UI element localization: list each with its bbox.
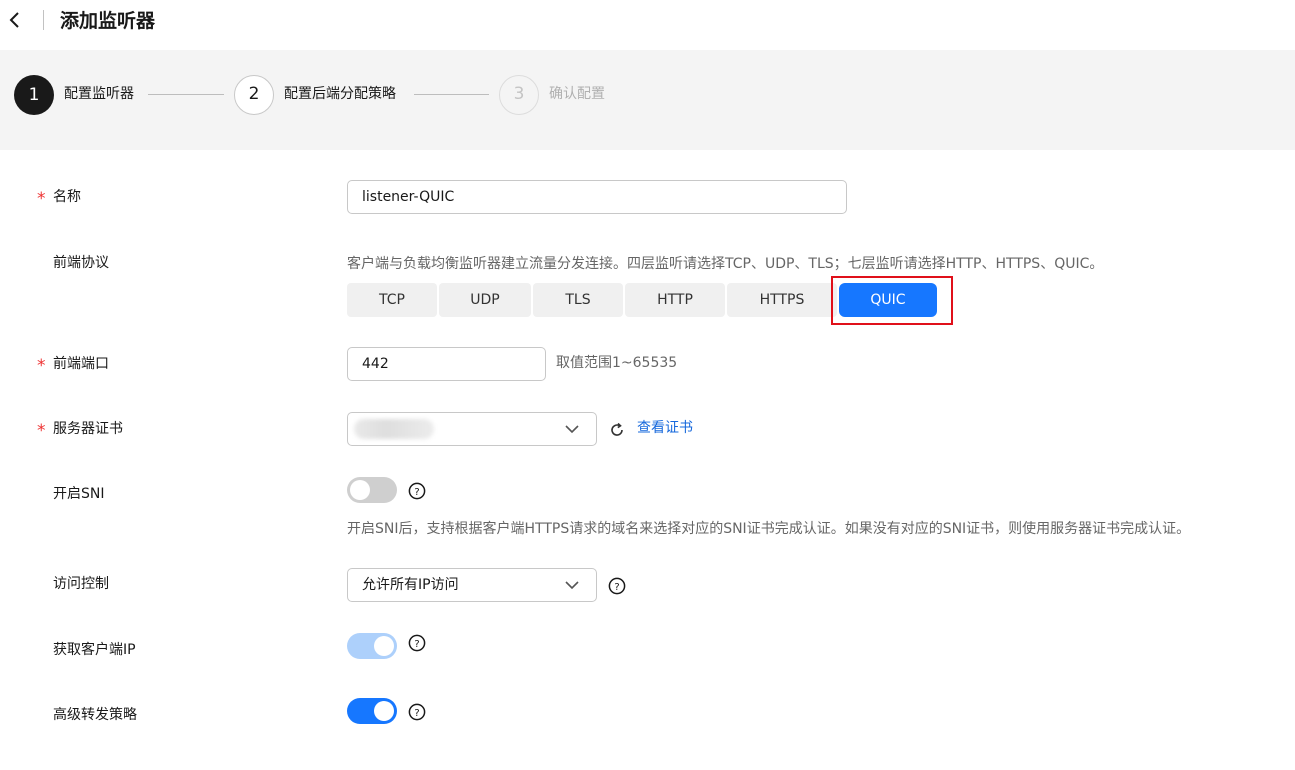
step-3-label: 确认配置 xyxy=(549,86,605,102)
protocol-option-udp[interactable]: UDP xyxy=(439,283,531,317)
access-control-value: 允许所有IP访问 xyxy=(362,577,459,593)
client-ip-label: 获取客户端IP xyxy=(53,642,136,658)
step-2-label: 配置后端分配策略 xyxy=(284,86,396,102)
chevron-down-icon xyxy=(565,425,579,434)
step-progress: 1 配置监听器 2 配置后端分配策略 3 确认配置 xyxy=(0,50,1295,150)
sni-toggle[interactable] xyxy=(347,477,397,503)
step-connector xyxy=(148,94,224,95)
port-input[interactable]: 442 xyxy=(347,347,546,381)
certificate-label: 服务器证书 xyxy=(53,421,123,437)
step-2-circle: 2 xyxy=(234,75,274,115)
certificate-value-redacted xyxy=(354,419,434,439)
header-divider xyxy=(43,10,44,30)
chevron-down-icon xyxy=(565,581,579,590)
name-input[interactable]: listener-QUIC xyxy=(347,180,847,214)
step-connector xyxy=(414,94,489,95)
page-title: 添加监听器 xyxy=(60,10,156,32)
svg-text:?: ? xyxy=(414,639,419,650)
advanced-forwarding-toggle[interactable] xyxy=(347,698,397,724)
step-1-label: 配置监听器 xyxy=(64,86,134,102)
required-marker: * xyxy=(37,189,46,209)
step-1-circle: 1 xyxy=(14,75,54,115)
sni-label: 开启SNI xyxy=(53,486,105,502)
sni-description: 开启SNI后，支持根据客户端HTTPS请求的域名来选择对应的SNI证书完成认证。… xyxy=(347,521,1191,537)
svg-text:?: ? xyxy=(414,487,419,498)
advanced-forwarding-label: 高级转发策略 xyxy=(53,707,137,723)
page-header: 添加监听器 xyxy=(0,0,1295,50)
refresh-icon[interactable] xyxy=(608,421,626,439)
step-3-circle: 3 xyxy=(499,75,539,115)
client-ip-toggle[interactable] xyxy=(347,633,397,659)
access-control-label: 访问控制 xyxy=(53,576,109,592)
help-icon[interactable]: ? xyxy=(408,703,426,721)
required-marker: * xyxy=(37,356,46,376)
form-panel xyxy=(4,150,1295,770)
port-range-hint: 取值范围1~65535 xyxy=(556,355,678,371)
name-label: 名称 xyxy=(53,189,81,205)
protocol-label: 前端协议 xyxy=(53,255,109,271)
protocol-option-tls[interactable]: TLS xyxy=(533,283,623,317)
help-icon[interactable]: ? xyxy=(408,482,426,500)
back-arrow-icon[interactable] xyxy=(6,10,24,30)
svg-text:?: ? xyxy=(414,708,419,719)
svg-text:?: ? xyxy=(614,582,619,593)
protocol-description: 客户端与负载均衡监听器建立流量分发连接。四层监听请选择TCP、UDP、TLS；七… xyxy=(347,256,1104,272)
access-control-select[interactable]: 允许所有IP访问 xyxy=(347,568,597,602)
view-certificate-link[interactable]: 查看证书 xyxy=(637,419,693,437)
help-icon[interactable]: ? xyxy=(408,634,426,652)
required-marker: * xyxy=(37,421,46,441)
highlight-box xyxy=(831,276,953,325)
protocol-option-tcp[interactable]: TCP xyxy=(347,283,437,317)
protocol-option-http[interactable]: HTTP xyxy=(625,283,725,317)
help-icon[interactable]: ? xyxy=(608,577,626,595)
certificate-select[interactable] xyxy=(347,412,597,446)
protocol-option-https[interactable]: HTTPS xyxy=(727,283,837,317)
port-label: 前端端口 xyxy=(53,356,109,372)
